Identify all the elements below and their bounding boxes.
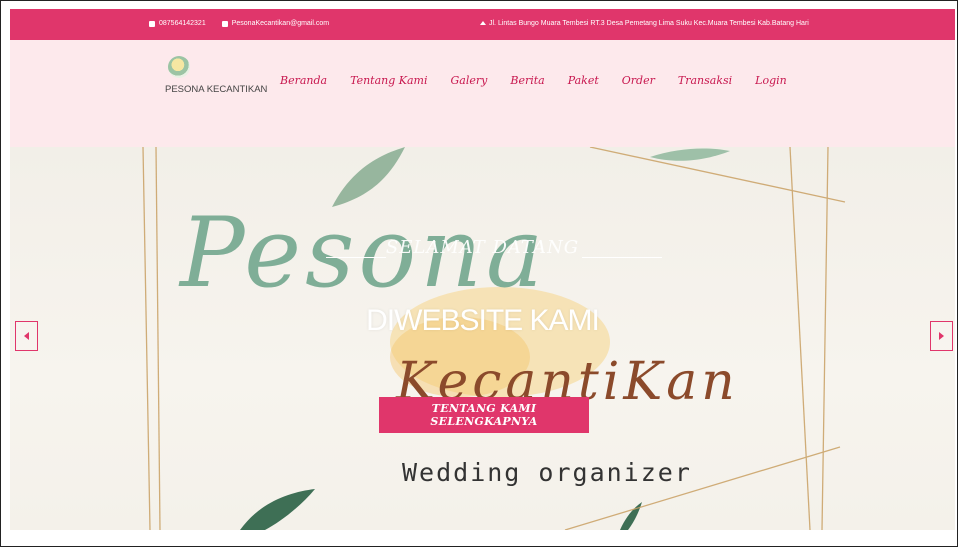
nav-item-tentang-kami[interactable]: Tentang Kami: [350, 74, 427, 87]
browser-viewport: 087564142321 PesonaKecantikan@gmail.com …: [0, 0, 958, 547]
carousel-prev-button[interactable]: [15, 321, 38, 351]
brand-name: PESONA KECANTIKAN: [165, 84, 268, 95]
brand-logo[interactable]: PESONA KECANTIKAN: [165, 56, 268, 95]
logo-image: [168, 56, 190, 78]
main-navbar: PESONA KECANTIKAN Beranda Tentang Kami G…: [10, 40, 955, 147]
home-icon: [480, 20, 486, 25]
nav-item-berita[interactable]: Berita: [510, 74, 544, 87]
nav-item-beranda[interactable]: Beranda: [280, 74, 327, 87]
about-more-button[interactable]: TENTANG KAMI SELENGKAPNYA: [379, 397, 589, 433]
chevron-right-icon: [939, 332, 944, 340]
email-address: PesonaKecantikan@gmail.com: [231, 20, 330, 27]
art-tagline: Wedding organizer: [402, 458, 692, 487]
phone-icon: [149, 20, 155, 27]
nav-item-transaksi[interactable]: Transaksi: [678, 74, 732, 87]
nav-item-login[interactable]: Login: [755, 74, 787, 87]
mail-icon: [221, 20, 228, 27]
nav-item-order[interactable]: Order: [622, 74, 655, 87]
carousel-next-button[interactable]: [930, 321, 953, 351]
nav-item-galery[interactable]: Galery: [451, 74, 488, 87]
hero-subtitle: SELAMAT DATANG: [385, 237, 580, 258]
hero-carousel: Pesona KecantiKan Wedding organizer SELA…: [10, 147, 955, 530]
hero-title: DIWEBSITE KAMI: [366, 304, 600, 337]
contact-info: 087564142321 PesonaKecantikan@gmail.com: [149, 20, 329, 27]
nav-item-paket[interactable]: Paket: [568, 74, 599, 87]
top-info-bar: 087564142321 PesonaKecantikan@gmail.com …: [10, 9, 955, 40]
chevron-left-icon: [24, 332, 29, 340]
address-text: Jl. Lintas Bungo Muara Tembesi RT.3 Desa…: [489, 20, 809, 27]
nav-menu: Beranda Tentang Kami Galery Berita Paket…: [280, 74, 810, 87]
phone-number: 087564142321: [159, 20, 206, 27]
address-info: Jl. Lintas Bungo Muara Tembesi RT.3 Desa…: [480, 20, 809, 27]
